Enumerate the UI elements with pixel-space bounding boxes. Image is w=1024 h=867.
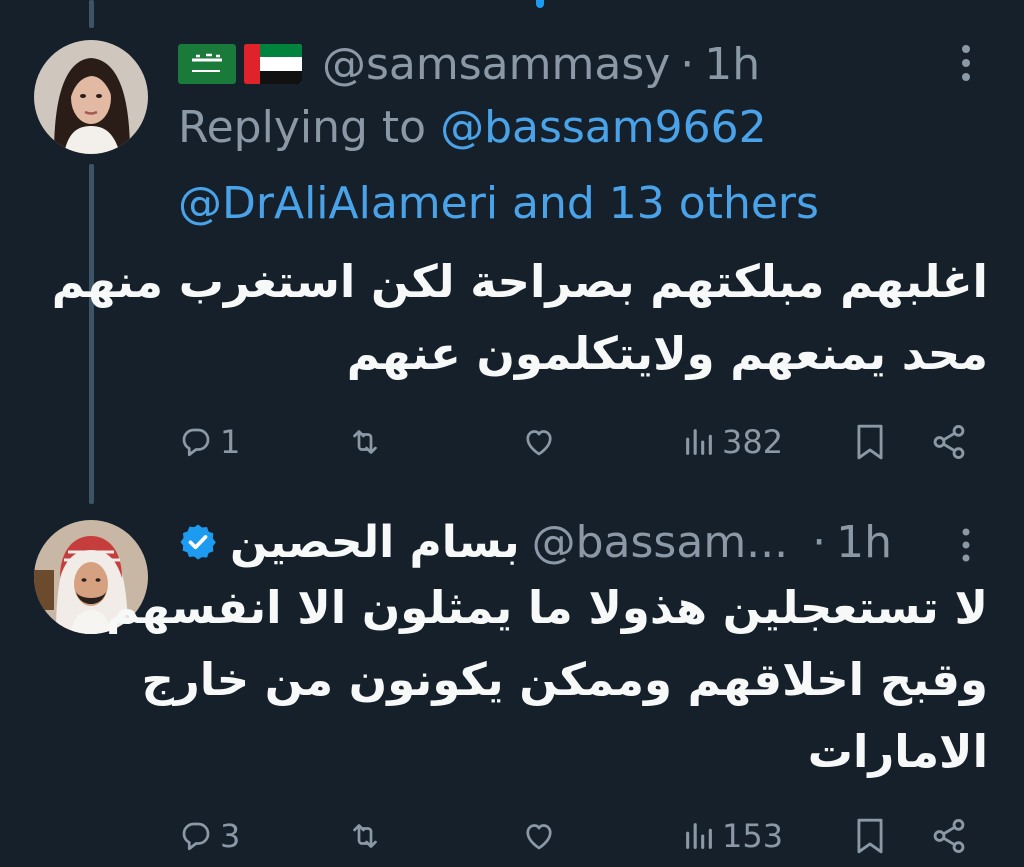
view-count: 382 [722,423,784,461]
views-icon [686,429,712,455]
reply-count: 1 [220,423,241,461]
like-button[interactable] [520,416,558,468]
reply-icon [182,428,210,457]
tweet2-display-name[interactable]: بسام الحصين [230,517,520,568]
heart-icon [526,824,552,850]
replying-user-link[interactable]: @bassam9662 [440,102,767,153]
reply-icon [182,822,210,851]
tweet1-text-line: محد يمنعهم ولايتكلمون عنهم [346,327,988,380]
tweet2-text-line: لا تستعجلين هذولا ما يمثلون الا انفسهم [106,581,988,634]
tweet2-actions: 3 153 [178,810,988,862]
more-options-icon[interactable] [956,526,976,564]
previous-tweet-fragment [536,0,544,8]
tweet1-header: @samsammasy · 1h [178,36,760,92]
retweet-button[interactable] [346,810,384,862]
share-icon [933,425,965,459]
avatar[interactable] [34,40,148,154]
uae-flag-icon [244,44,302,84]
bookmark-button[interactable] [854,810,886,862]
bookmark-icon [857,424,883,460]
tweet1-actions: 1 382 [178,416,988,468]
share-button[interactable] [930,810,968,862]
views-icon [686,823,712,849]
replying-to: Replying to @bassam9662 [178,100,767,156]
tweet2-header: بسام الحصين @bassam... · 1h [178,512,892,572]
tweet1-text: اغلبهم مبلكتهم بصراحة لكن استغرب منهم مح… [52,246,988,390]
saudi-flag-icon [178,44,236,84]
tweet2-text: لا تستعجلين هذولا ما يمثلون الا انفسهم و… [106,572,988,788]
like-button[interactable] [520,810,558,862]
bookmark-button[interactable] [854,416,886,468]
tweet1-time[interactable]: 1h [704,39,760,90]
thread-line-top [89,0,94,28]
tweet2-handle[interactable]: @bassam... [532,517,789,568]
reply-button[interactable]: 1 [178,416,240,468]
tweet1-text-line: اغلبهم مبلكتهم بصراحة لكن استغرب منهم [51,255,988,308]
bookmark-icon [857,818,883,854]
tweet2-text-line: الامارات [807,725,988,778]
more-options-icon[interactable] [956,42,976,84]
replying-more-link[interactable]: @DrAliAlameri and 13 others [178,176,819,232]
reply-button[interactable]: 3 [178,810,240,862]
views-button[interactable]: 153 [682,810,783,862]
retweet-button[interactable] [346,416,384,468]
share-icon [933,819,965,853]
tweet2-time[interactable]: 1h [836,517,892,568]
replying-prefix: Replying to [178,102,427,153]
separator-dot: · [680,38,695,90]
verified-badge-icon [178,522,218,562]
tweet2-text-line: وقبح اخلاقهم وممكن يكونون من خارج [141,653,988,706]
retweet-icon [353,824,377,848]
separator-dot: · [812,516,827,568]
reply-count: 3 [220,817,241,855]
retweet-icon [353,430,377,454]
view-count: 153 [722,817,784,855]
views-button[interactable]: 382 [682,416,783,468]
heart-icon [526,430,552,456]
tweet1-handle[interactable]: @samsammasy [322,39,670,90]
share-button[interactable] [930,416,968,468]
